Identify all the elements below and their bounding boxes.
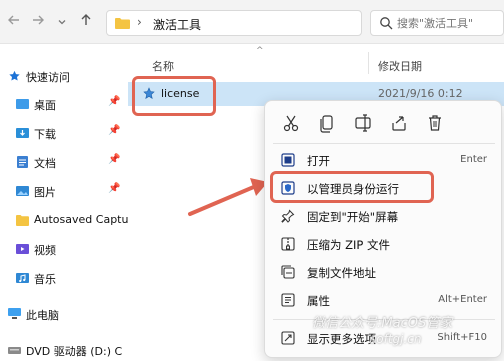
copy-button[interactable] [315,111,339,135]
arrow-annotation [188,178,268,216]
arrow-up-icon [81,14,91,25]
download-icon [16,128,29,138]
arrow-right-icon [33,15,44,25]
video-icon [16,244,29,254]
share-button[interactable] [387,111,411,135]
file-date-modified: 2021/9/16 0:12 [378,87,463,100]
chevron-down-icon [58,20,66,25]
sidebar-item-label: 桌面 [34,99,56,112]
sidebar-item-desktop[interactable]: 桌面 📌 [0,90,124,118]
sidebar-item-dvd-drive[interactable]: DVD 驱动器 (D:) C [0,336,124,361]
more-options-icon [281,331,295,345]
menu-item-label: 属性 [307,294,330,308]
column-divider[interactable] [368,52,369,74]
menu-item-label: 复制文件地址 [307,266,376,280]
menu-item-label: 打开 [307,154,330,168]
breadcrumb-separator: › [137,15,142,29]
desktop-icon [16,99,29,109]
pictures-icon [16,186,29,196]
cut-icon [283,115,299,132]
menu-divider [273,143,495,144]
back-button[interactable] [4,12,24,32]
arrow-left-icon [8,15,19,25]
column-header-date-modified[interactable]: 修改日期 [378,58,422,74]
pin-icon [281,209,295,223]
watermark-line2: softgj.cn [370,332,422,346]
pin-icon[interactable]: 📌 [108,154,120,165]
recent-locations-button[interactable] [52,12,72,32]
address-input[interactable]: › 激活工具 [106,10,362,36]
copy-path-icon [281,265,295,279]
star-icon [9,70,20,81]
file-highlight-box [132,76,216,116]
breadcrumb-current-folder[interactable]: 激活工具 [153,16,201,33]
sidebar-item-quick-access[interactable]: 快速访问 [0,62,124,90]
address-bar-area: › 激活工具 [0,0,504,44]
menu-item-properties[interactable]: 属性 Alt+Enter [269,287,499,313]
computer-icon [8,308,21,319]
sidebar-item-label: 下载 [34,128,56,141]
open-icon [281,153,295,167]
sidebar-item-label: 文档 [34,157,56,170]
menu-item-label: 显示更多选项 [307,332,376,346]
cut-button[interactable] [279,111,303,135]
rename-button[interactable] [351,111,375,135]
pin-icon[interactable]: 📌 [108,96,120,107]
sidebar-item-label: Autosaved Captu [34,213,129,226]
properties-icon [281,293,295,307]
rename-icon [355,114,371,132]
sort-indicator: ^ [256,46,264,56]
sidebar-item-documents[interactable]: 文档 📌 [0,148,124,176]
menu-item-shortcut: Enter [460,154,487,165]
delete-icon [429,115,441,131]
menu-item-open[interactable]: 打开 Enter [269,147,499,173]
sidebar-item-label: 图片 [34,186,56,199]
sidebar-item-autosaved-captures[interactable]: Autosaved Captu [0,206,128,234]
menu-item-copy-path[interactable]: 复制文件地址 [269,259,499,285]
search-box[interactable] [370,10,504,36]
sidebar-item-this-pc[interactable]: 此电脑 [0,300,124,328]
delete-button[interactable] [423,111,447,135]
watermark-line1: 微信公众号:MacOS管家 [312,316,453,331]
sidebar-item-label: 音乐 [34,273,56,286]
pin-icon[interactable]: 📌 [108,125,120,136]
menu-item-pin-to-start[interactable]: 固定到"开始"屏幕 [269,203,499,229]
search-input[interactable] [397,14,501,32]
document-icon [17,156,28,168]
pin-icon[interactable]: 📌 [108,183,120,194]
zip-icon [281,237,295,251]
menu-item-label: 固定到"开始"屏幕 [307,210,399,224]
navigation-pane: 快速访问 桌面 📌 下载 📌 文档 📌 图片 📌 Autosaved Captu… [0,44,128,361]
folder-icon [115,18,130,29]
sidebar-item-label: 此电脑 [26,309,59,322]
folder-icon [16,215,29,226]
menu-item-shortcut: Shift+F10 [437,332,487,343]
up-button[interactable] [76,12,96,32]
sidebar-item-downloads[interactable]: 下载 📌 [0,119,124,147]
share-icon [392,116,406,131]
music-icon [16,273,29,283]
sidebar-item-label: 视频 [34,244,56,257]
dvd-icon [8,347,21,354]
sidebar-item-pictures[interactable]: 图片 📌 [0,177,124,205]
menu-item-shortcut: Alt+Enter [438,294,487,305]
menu-item-highlight-box [270,171,434,203]
sidebar-item-label: 快速访问 [26,71,70,84]
sidebar-item-label: DVD 驱动器 (D:) C [26,345,123,358]
forward-button[interactable] [28,12,48,32]
menu-item-compress-zip[interactable]: 压缩为 ZIP 文件 [269,231,499,257]
menu-item-label: 压缩为 ZIP 文件 [307,238,391,252]
column-header-name[interactable]: 名称 [152,58,174,74]
sidebar-item-videos[interactable]: 视频 [0,235,124,263]
sidebar-item-music[interactable]: 音乐 [0,264,124,292]
search-icon [380,17,393,30]
copy-icon [320,115,333,133]
